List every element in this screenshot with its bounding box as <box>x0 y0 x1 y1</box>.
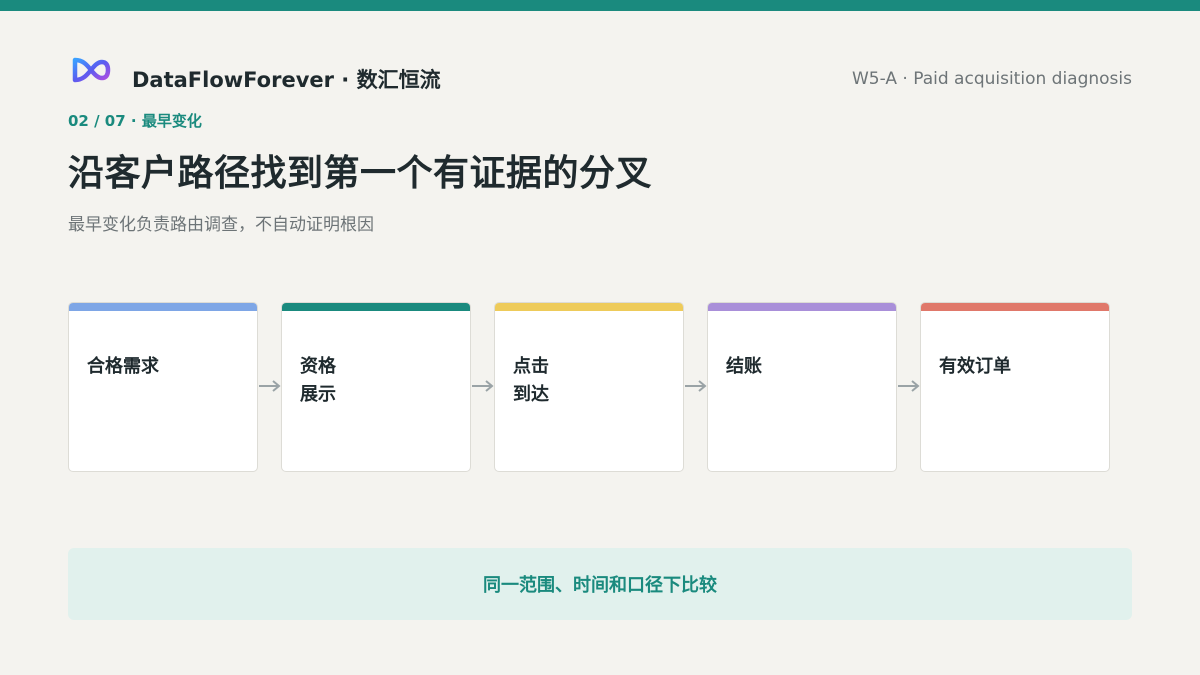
comparison-callout: 同一范围、时间和口径下比较 <box>68 548 1132 620</box>
step-label: 合格需求 <box>87 356 159 377</box>
step-accent-bar <box>282 303 470 311</box>
step-accent-bar <box>69 303 257 311</box>
slide-subtitle: 最早变化负责路由调查，不自动证明根因 <box>68 215 374 235</box>
document-tag: W5-A · Paid acquisition diagnosis <box>852 69 1132 89</box>
flow-step-card: 合格需求 <box>68 302 258 472</box>
arrow-right-icon <box>259 380 281 392</box>
callout-text: 同一范围、时间和口径下比较 <box>483 575 717 596</box>
flow-step-card: 有效订单 <box>920 302 1110 472</box>
slide-title: 沿客户路径找到第一个有证据的分叉 <box>68 153 653 194</box>
arrow-right-icon <box>472 380 494 392</box>
step-accent-bar <box>708 303 896 311</box>
step-label: 结账 <box>726 356 762 377</box>
step-label: 有效订单 <box>939 356 1011 377</box>
flow-step-card: 结账 <box>707 302 897 472</box>
step-accent-bar <box>495 303 683 311</box>
step-label: 点击 到达 <box>513 356 549 405</box>
arrow-right-icon <box>685 380 707 392</box>
brand-name: DataFlowForever · 数汇恒流 <box>132 68 441 92</box>
section-kicker: 02 / 07 · 最早变化 <box>68 112 202 130</box>
infinity-logo-icon <box>72 57 111 83</box>
step-accent-bar <box>921 303 1109 311</box>
flow-step-card: 资格 展示 <box>281 302 471 472</box>
top-accent-bar <box>0 0 1200 11</box>
flow-step-card: 点击 到达 <box>494 302 684 472</box>
arrow-right-icon <box>898 380 920 392</box>
step-label: 资格 展示 <box>300 356 336 405</box>
customer-path-flow: 合格需求 资格 展示 点击 到达 结账 有效订单 <box>68 302 1110 472</box>
